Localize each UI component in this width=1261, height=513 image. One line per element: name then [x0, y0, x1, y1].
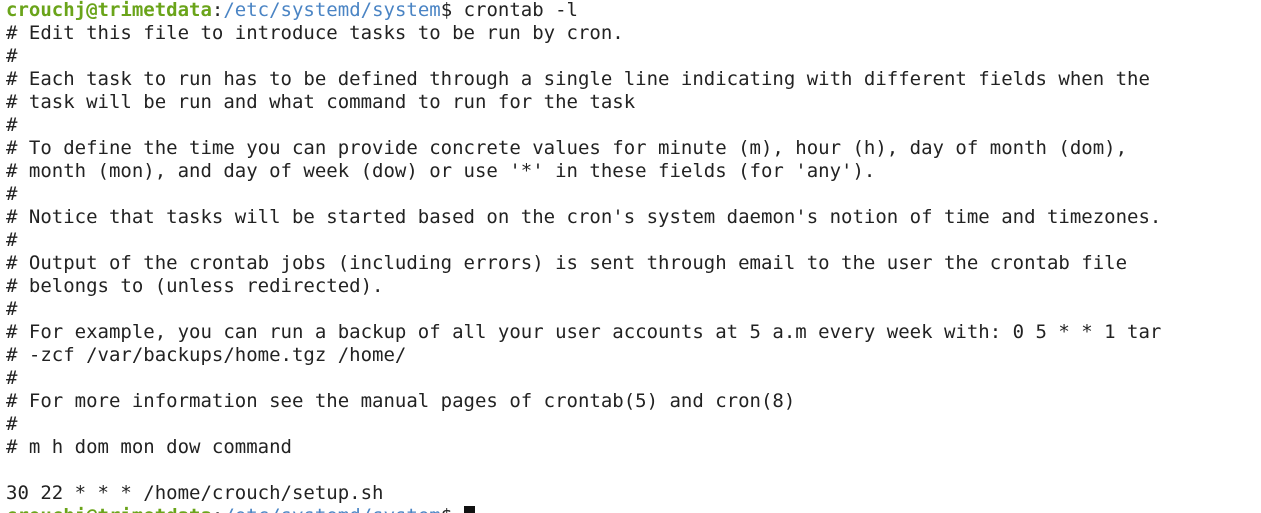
output-line: # Edit this file to introduce tasks to b… [6, 22, 624, 44]
prompt-user-host: crouchj@trimetdata [6, 505, 212, 513]
prompt-path: /etc/systemd/system [223, 0, 441, 21]
output-line: # For example, you can run a backup of a… [6, 321, 1162, 343]
output-line: # [6, 183, 18, 205]
output-line: 30 22 * * * /home/crouch/setup.sh [6, 482, 384, 504]
prompt-symbol: $ [440, 0, 453, 21]
output-line: # -zcf /var/backups/home.tgz /home/ [6, 344, 407, 366]
output-line: # [6, 229, 18, 251]
output-line: # Notice that tasks will be started base… [6, 206, 1162, 228]
output-line: # [6, 45, 18, 67]
prompt-line: crouchj@trimetdata:/etc/systemd/system$ … [6, 0, 578, 22]
output-line: # [6, 114, 18, 136]
prompt-user-host: crouchj@trimetdata [6, 0, 212, 21]
prompt-symbol: $ [441, 505, 452, 513]
output-line: # [6, 413, 18, 435]
output-line: # Output of the crontab jobs (including … [6, 252, 1128, 274]
prompt-path: /etc/systemd/system [223, 505, 440, 513]
output-line: # Each task to run has to be defined thr… [6, 68, 1150, 90]
output-line: # [6, 367, 18, 389]
output-line: # To define the time you can provide con… [6, 137, 1128, 159]
output-line: # task will be run and what command to r… [6, 91, 636, 113]
text-cursor[interactable] [463, 506, 475, 513]
output-line: # belongs to (unless redirected). [6, 275, 384, 297]
terminal-window[interactable]: crouchj@trimetdata:/etc/systemd/system$ … [0, 0, 1261, 513]
prompt-command: crontab -l [463, 0, 578, 21]
prompt-separator: : [211, 0, 224, 21]
output-line: # month (mon), and day of week (dow) or … [6, 160, 876, 182]
output-line: # m h dom mon dow command [6, 436, 292, 458]
prompt-line-current[interactable]: crouchj@trimetdata:/etc/systemd/system$ [6, 505, 475, 513]
output-line: # [6, 298, 18, 320]
prompt-separator: : [212, 505, 223, 513]
output-line: # For more information see the manual pa… [6, 390, 796, 412]
